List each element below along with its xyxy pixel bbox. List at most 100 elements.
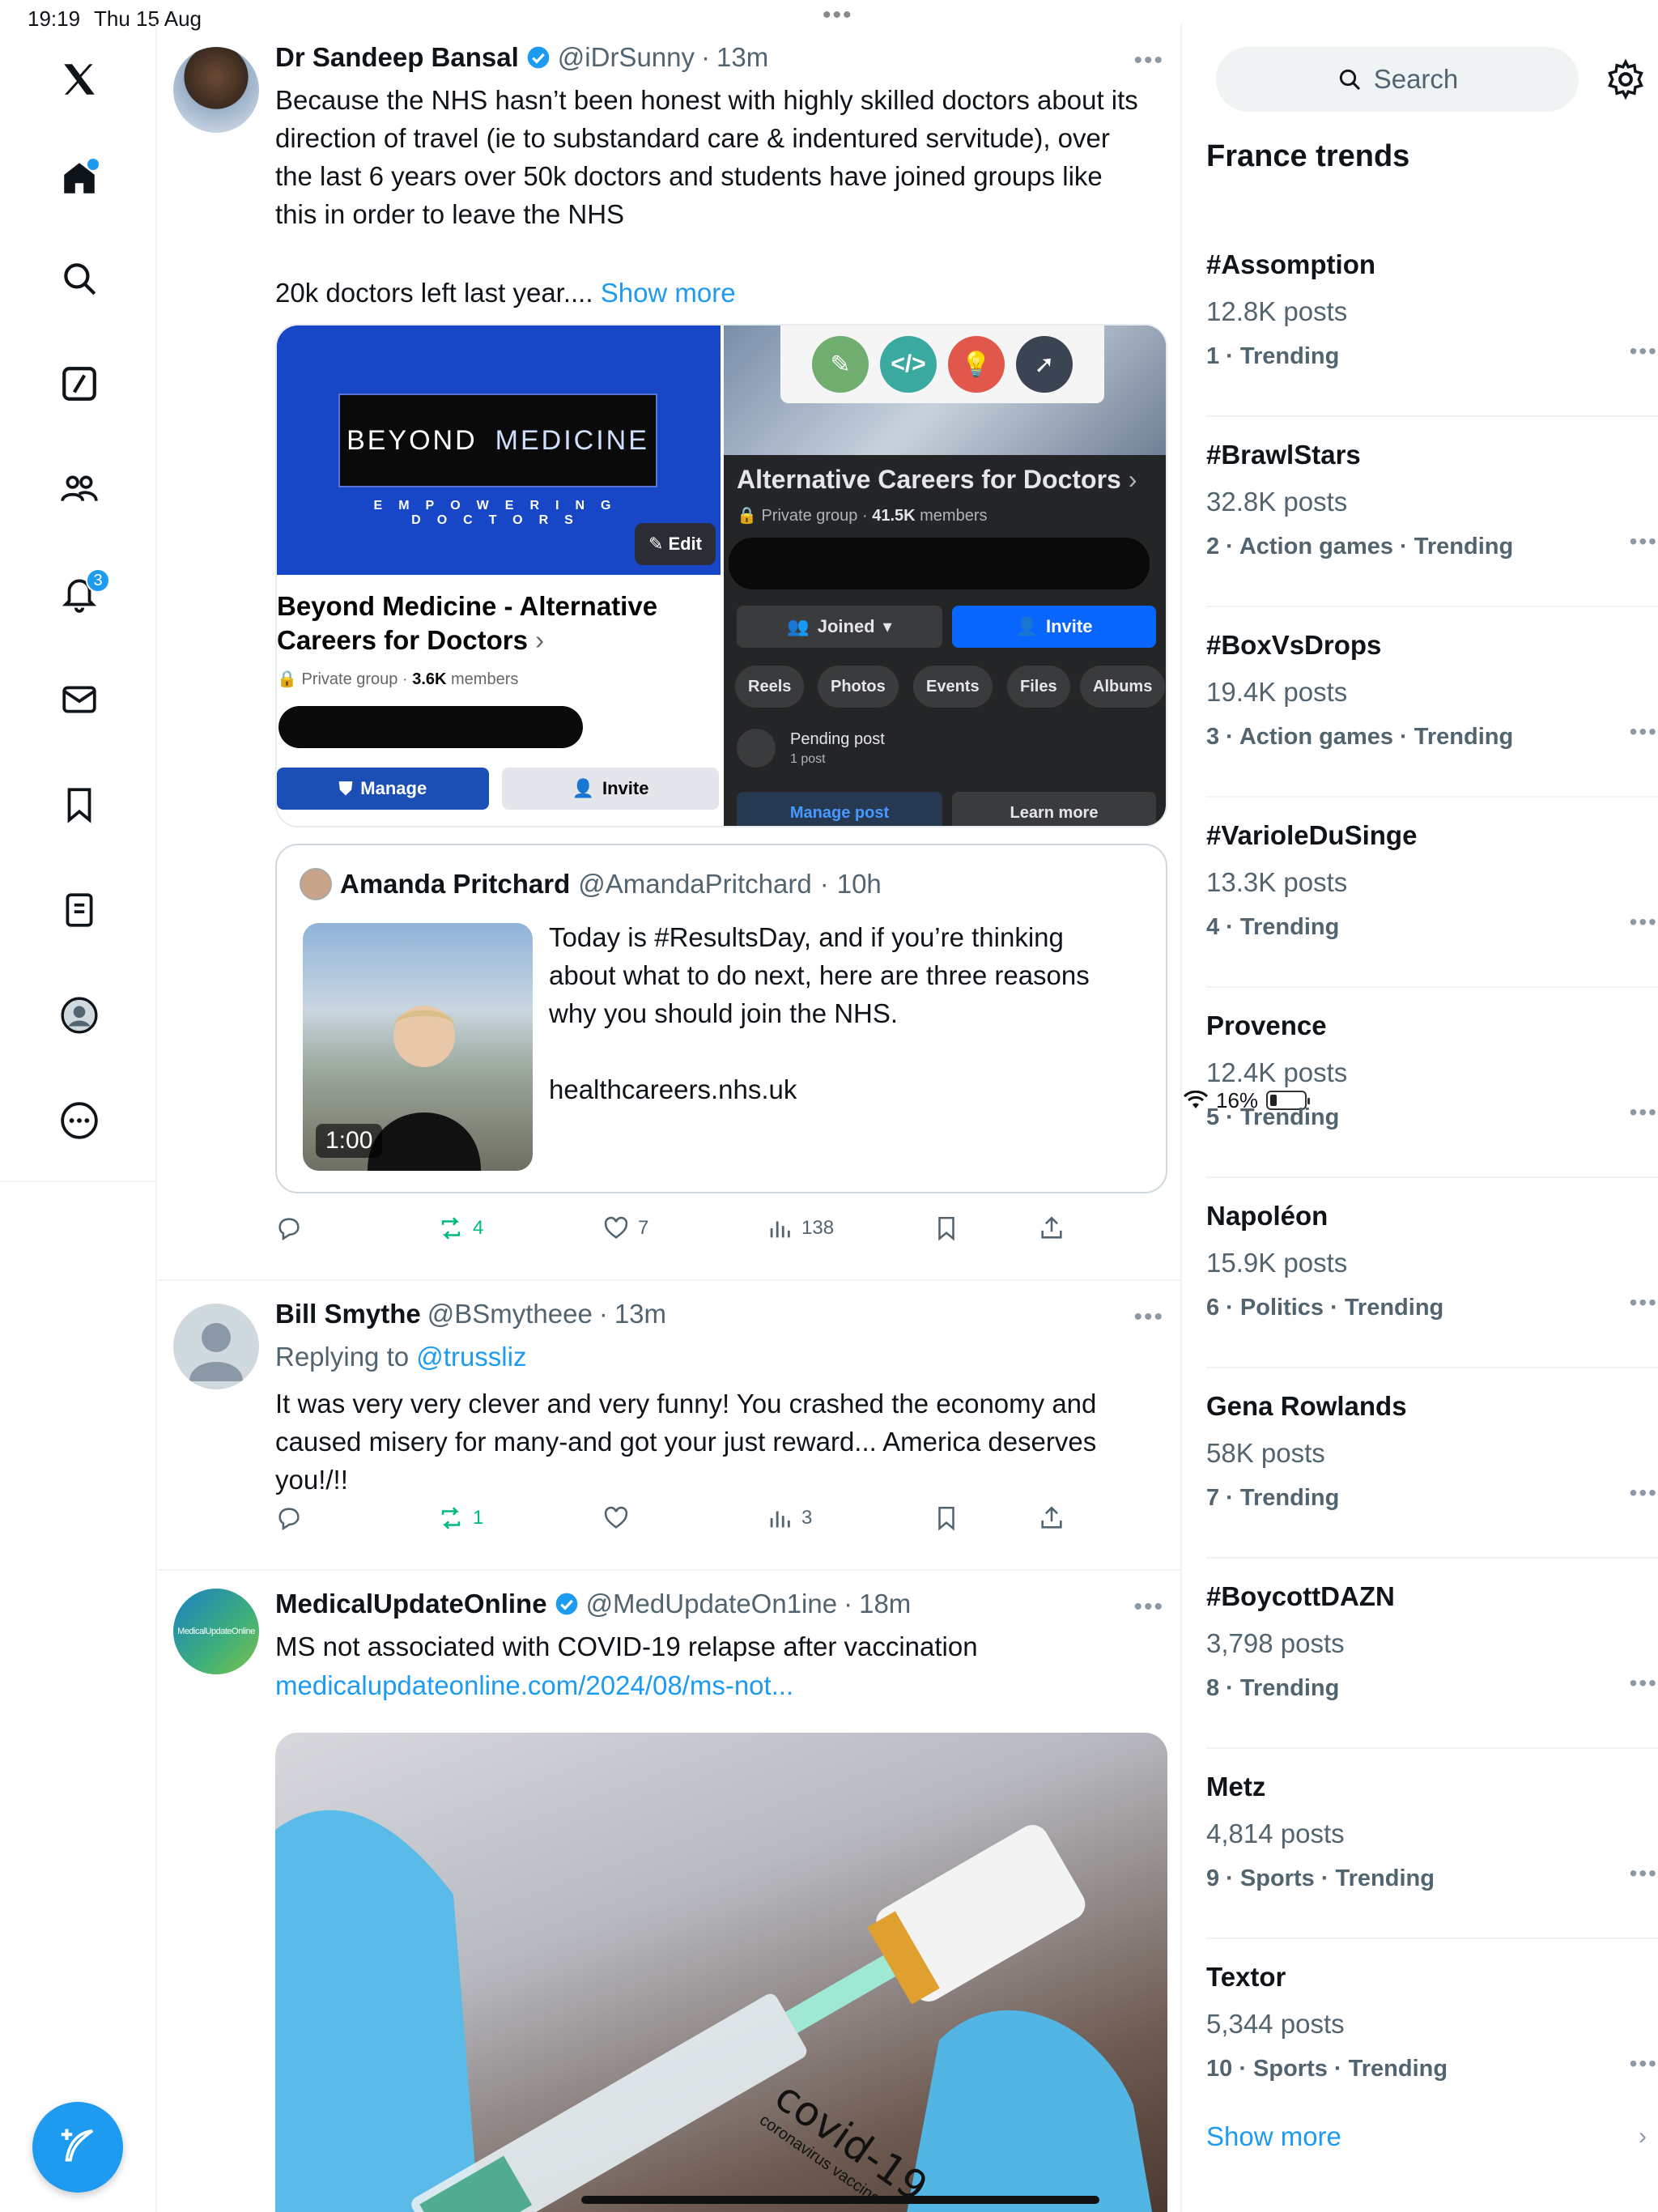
trend-more-icon[interactable]: ••• — [1630, 338, 1658, 364]
tweet[interactable]: Bill Smythe @BSmytheee · 13m ••• Replyin… — [157, 1281, 1182, 1571]
trend-meta: 4 · Trending — [1206, 914, 1340, 940]
more-options-icon[interactable]: ••• — [1133, 1304, 1164, 1331]
add-person-icon: 👤 — [1015, 616, 1038, 636]
author-name[interactable]: Dr Sandeep Bansal — [275, 42, 519, 73]
tweet[interactable]: MedicalUpdateOnline MedicalUpdateOnline … — [157, 1571, 1182, 2212]
media-image-beyond-medicine[interactable]: BEYOND MEDICINE EMPOWERING DOCTORS ✎ Edi… — [277, 325, 721, 826]
author-name[interactable]: MedicalUpdateOnline — [275, 1589, 547, 1619]
trend-item[interactable]: Gena Rowlands 58K posts 7 · Trending ••• — [1206, 1368, 1658, 1559]
trend-more-icon[interactable]: ••• — [1630, 1290, 1658, 1316]
avatar[interactable] — [173, 1304, 259, 1389]
redaction-bar — [278, 706, 583, 748]
share-button[interactable] — [1038, 1504, 1065, 1532]
tweet-media-vaccine-image[interactable]: covid-19 coronavirus vaccine — [275, 1733, 1167, 2212]
messages-icon[interactable] — [52, 672, 107, 727]
trend-item[interactable]: #BrawlStars 32.8K posts 2 · Action games… — [1206, 417, 1658, 607]
trend-item[interactable]: #VarioleDuSinge 13.3K posts 4 · Trending… — [1206, 798, 1658, 988]
home-indicator[interactable] — [581, 2196, 1099, 2204]
trend-item[interactable]: #Assomption 12.8K posts 1 · Trending ••• — [1206, 227, 1658, 417]
compose-post-button[interactable] — [32, 2102, 123, 2193]
more-icon[interactable] — [52, 1093, 107, 1148]
views-button[interactable]: 138 — [766, 1214, 834, 1242]
tweet[interactable]: Dr Sandeep Bansal @iDrSunny · 13m ••• Be… — [157, 24, 1182, 1281]
trend-more-icon[interactable]: ••• — [1630, 1861, 1658, 1887]
trend-more-icon[interactable]: ••• — [1630, 1480, 1658, 1506]
share-button[interactable] — [1038, 1214, 1065, 1242]
grok-icon[interactable] — [52, 356, 107, 411]
trend-item[interactable]: Provence 12.4K posts 5 · Trending ••• — [1206, 988, 1658, 1178]
avatar — [300, 868, 332, 900]
video-thumbnail[interactable]: 1:00 — [303, 923, 533, 1171]
pending-post-count: 1 post — [790, 751, 826, 766]
repost-button[interactable]: 4 — [437, 1214, 483, 1242]
trend-more-icon[interactable]: ••• — [1630, 1670, 1658, 1696]
show-more-link[interactable]: Show more — [601, 278, 736, 308]
search-placeholder: Search — [1373, 64, 1459, 94]
trend-item[interactable]: Textor 5,344 posts 10 · Sports · Trendin… — [1206, 1939, 1658, 2129]
repost-button[interactable]: 1 — [437, 1504, 483, 1532]
avatar-text: MedicalUpdateOnline — [177, 1627, 255, 1636]
trend-more-icon[interactable]: ••• — [1630, 2051, 1658, 2077]
trend-more-icon[interactable]: ••• — [1630, 529, 1658, 555]
trend-name: #BrawlStars — [1206, 440, 1361, 470]
settings-gear-icon[interactable] — [1605, 58, 1647, 100]
home-icon[interactable] — [52, 151, 107, 206]
vaccine-illustration — [275, 1810, 1153, 2212]
avatar[interactable] — [173, 47, 259, 133]
media-image-alternative-careers[interactable]: ✎ </> 💡 ➚ Alternative Careers for Doctor… — [724, 325, 1166, 826]
article-link[interactable]: medicalupdateonline.com/2024/08/ms-not..… — [275, 1666, 1150, 1704]
separator: · — [701, 42, 711, 72]
repost-icon — [441, 1217, 461, 1240]
invite-label: Invite — [602, 778, 649, 798]
timestamp[interactable]: 18m — [859, 1589, 911, 1619]
search-icon[interactable] — [52, 251, 107, 306]
x-logo-icon[interactable] — [52, 52, 107, 107]
more-options-icon[interactable]: ••• — [1133, 47, 1164, 74]
reply-button[interactable] — [275, 1214, 303, 1242]
trend-item[interactable]: #BoycottDAZN 3,798 posts 8 · Trending ••… — [1206, 1559, 1658, 1749]
profile-icon[interactable] — [52, 988, 107, 1043]
show-more-trends-link[interactable]: Show more — [1206, 2121, 1341, 2152]
trend-item[interactable]: #BoxVsDrops 19.4K posts 3 · Action games… — [1206, 607, 1658, 798]
author-handle[interactable]: @MedUpdateOn1ine — [586, 1589, 838, 1619]
trend-more-icon[interactable]: ••• — [1630, 1100, 1658, 1125]
reply-button[interactable] — [275, 1504, 303, 1532]
trend-more-icon[interactable]: ••• — [1630, 909, 1658, 935]
tweet-text: Because the NHS hasn’t been honest with … — [275, 81, 1150, 233]
more-options-icon[interactable]: ••• — [1133, 1593, 1164, 1621]
notifications-icon[interactable]: 3 — [52, 567, 110, 622]
quoted-tweet-body: Today is #ResultsDay, and if you’re thin… — [549, 922, 1090, 1028]
author-handle[interactable]: @BSmytheee — [427, 1299, 593, 1329]
like-button[interactable]: 7 — [602, 1214, 648, 1242]
caret-down-icon: ▾ — [882, 616, 892, 636]
tweet-body: Because the NHS hasn’t been honest with … — [275, 85, 1138, 229]
communities-icon[interactable] — [52, 462, 107, 517]
group-members-label: members — [920, 507, 988, 525]
quoted-tweet[interactable]: Amanda Pritchard @AmandaPritchard · 10h … — [275, 844, 1167, 1193]
bookmarks-icon[interactable] — [52, 777, 107, 832]
group-title-text: Beyond Medicine - Alternative Careers fo… — [277, 591, 658, 655]
tweet-text: It was very very clever and very funny! … — [275, 1389, 1097, 1495]
author-name[interactable]: Bill Smythe — [275, 1299, 421, 1329]
chevron-right-icon: › — [1639, 2123, 1647, 2150]
trend-item[interactable]: Metz 4,814 posts 9 · Sports · Trending •… — [1206, 1749, 1658, 1939]
trend-posts: 15.9K posts — [1206, 1248, 1348, 1278]
lists-icon[interactable] — [52, 883, 107, 938]
trend-name: #BoycottDAZN — [1206, 1581, 1395, 1611]
views-button[interactable]: 3 — [766, 1504, 812, 1532]
bookmark-button[interactable] — [933, 1504, 960, 1532]
shield-icon: ⛊ — [338, 778, 353, 798]
timestamp[interactable]: 13m — [716, 42, 768, 73]
trend-item[interactable]: Napoléon 15.9K posts 6 · Politics · Tren… — [1206, 1178, 1658, 1368]
tweet-media[interactable]: BEYOND MEDICINE EMPOWERING DOCTORS ✎ Edi… — [275, 324, 1167, 827]
author-handle[interactable]: @iDrSunny — [558, 42, 695, 73]
invite-button: 👤 Invite — [502, 768, 719, 810]
replying-to-handle[interactable]: @trussliz — [416, 1342, 526, 1372]
like-button[interactable] — [602, 1504, 630, 1532]
trend-posts: 32.8K posts — [1206, 487, 1348, 517]
search-input[interactable]: Search — [1216, 47, 1579, 112]
avatar[interactable]: MedicalUpdateOnline — [173, 1589, 259, 1674]
timestamp[interactable]: 13m — [614, 1299, 666, 1329]
trend-more-icon[interactable]: ••• — [1630, 719, 1658, 745]
bookmark-button[interactable] — [933, 1214, 960, 1242]
